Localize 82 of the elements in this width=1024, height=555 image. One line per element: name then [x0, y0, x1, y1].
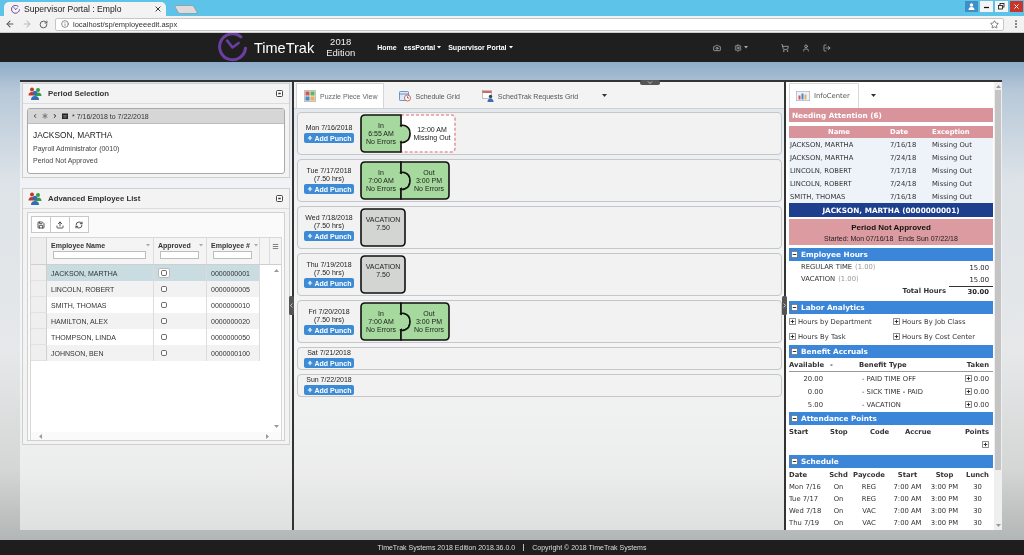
calendar-icon[interactable]: [62, 113, 68, 119]
asterisk-icon[interactable]: [42, 113, 48, 119]
restore-icon[interactable]: [995, 1, 1008, 12]
brand-name: TimeTrak: [254, 39, 315, 56]
plus-icon: [306, 233, 313, 239]
punch-piece[interactable]: [399, 302, 450, 341]
close-icon[interactable]: [155, 6, 161, 12]
plus-icon: [306, 186, 313, 192]
calendar-person-icon: [481, 90, 494, 102]
puzzle-icon: [304, 90, 316, 102]
refresh-icon: [75, 220, 83, 229]
checkbox[interactable]: [161, 302, 167, 308]
collapse-icon[interactable]: [791, 304, 798, 311]
expand-icon[interactable]: [893, 333, 900, 340]
save-button[interactable]: [31, 216, 51, 233]
checkbox[interactable]: [161, 286, 167, 292]
punch-piece[interactable]: [399, 161, 450, 200]
tabs-dropdown-icon[interactable]: [870, 93, 876, 97]
browser-tab[interactable]: Supervisor Portal : Emplo: [4, 2, 166, 16]
plus-icon: [306, 135, 313, 141]
scroll-right-icon[interactable]: [266, 433, 269, 439]
employee-name: JACKSON, MARTHA: [33, 130, 114, 140]
expand-icon[interactable]: [789, 333, 796, 340]
people-icon: [28, 192, 42, 205]
vacation-piece[interactable]: [360, 255, 406, 294]
back-arrow-icon[interactable]: [5, 19, 15, 29]
expand-icon[interactable]: [982, 441, 989, 448]
plus-icon: [306, 280, 313, 286]
scrollbar-thumb[interactable]: [995, 90, 1001, 470]
user-icon[interactable]: [801, 43, 810, 52]
chevron-right-icon[interactable]: [52, 113, 58, 119]
collapse-handle[interactable]: [640, 80, 660, 85]
scroll-left-icon[interactable]: [39, 433, 42, 439]
caret-icon: [743, 46, 748, 49]
checkbox[interactable]: [161, 270, 167, 276]
collapse-icon[interactable]: [276, 195, 283, 202]
collapse-icon[interactable]: [791, 415, 798, 422]
plus-icon: [306, 387, 313, 393]
expand-icon[interactable]: [893, 318, 900, 325]
info-icon[interactable]: [61, 20, 69, 28]
collapse-icon[interactable]: [791, 458, 798, 465]
close-icon[interactable]: [1010, 1, 1023, 12]
vacation-piece[interactable]: [360, 208, 406, 247]
edition-label: Edition: [326, 47, 356, 58]
filter-field[interactable]: [53, 251, 146, 259]
camera-icon[interactable]: [712, 43, 721, 52]
calendar-clock-icon: [399, 90, 412, 102]
collapse-handle[interactable]: [782, 296, 787, 315]
reload-icon[interactable]: [39, 19, 48, 29]
settings-icon[interactable]: [733, 43, 742, 52]
tabs-dropdown-icon[interactable]: [602, 93, 608, 97]
expand-icon[interactable]: [964, 388, 972, 395]
edition-year: 2018: [330, 37, 352, 48]
expand-icon[interactable]: [964, 401, 972, 408]
filter-field[interactable]: [160, 251, 199, 259]
collapse-icon[interactable]: [791, 348, 798, 355]
bar-chart-icon: [796, 91, 810, 101]
people-icon: [28, 87, 42, 100]
menu-icon[interactable]: [272, 243, 279, 250]
expand-icon[interactable]: [789, 318, 796, 325]
filter-field[interactable]: [213, 251, 252, 259]
status-title: Period Not Approved: [851, 223, 931, 232]
collapse-icon[interactable]: [791, 251, 798, 258]
scroll-up-icon[interactable]: [274, 269, 279, 272]
collapse-handle[interactable]: [289, 296, 294, 315]
checkbox[interactable]: [161, 334, 167, 340]
plus-icon: [306, 360, 313, 366]
star-icon[interactable]: [990, 19, 999, 29]
expand-icon[interactable]: [964, 375, 972, 382]
upload-icon: [56, 220, 64, 229]
clock-logo-icon: [218, 33, 247, 62]
scroll-down-icon[interactable]: [274, 425, 279, 428]
clock-logo-icon: [11, 4, 20, 14]
cart-icon[interactable]: [780, 43, 789, 52]
sign-out-icon[interactable]: [822, 43, 831, 52]
minimize-icon[interactable]: [980, 1, 993, 12]
checkbox[interactable]: [161, 318, 167, 324]
chevron-left-icon[interactable]: [32, 113, 38, 119]
checkbox[interactable]: [161, 350, 167, 356]
refresh-button[interactable]: [69, 216, 89, 233]
plus-icon: [306, 327, 313, 333]
collapse-icon[interactable]: [276, 90, 283, 97]
